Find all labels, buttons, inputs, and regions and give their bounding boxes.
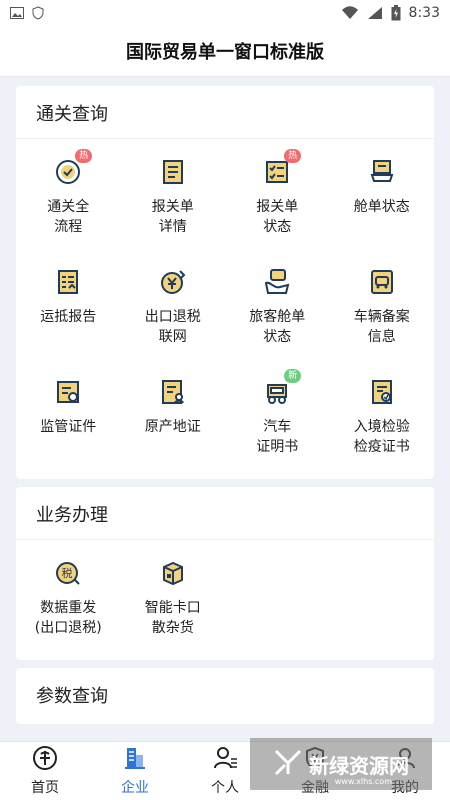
customs-item-full-process[interactable]: 热 通关全 流程 <box>16 145 121 255</box>
section-title-params: 参数查询 <box>36 686 108 707</box>
yen-refund-icon <box>158 267 188 297</box>
cabin-icon <box>367 157 397 187</box>
home-icon <box>32 745 58 775</box>
customs-query-grid: 热 通关全 流程 报关单 详情 热 报关单 状态 舱单状态 运抵报告 出口退税 … <box>16 139 434 479</box>
item-label: 舱单状态 <box>353 199 410 215</box>
item-label: 智能卡口 散杂货 <box>144 600 201 636</box>
customs-item-declaration-detail[interactable]: 报关单 详情 <box>121 145 226 255</box>
inspection-icon <box>367 377 397 407</box>
watermark-text: 新绿资源网 <box>309 753 409 778</box>
status-bar: 8:33 <box>0 0 450 26</box>
customs-item-manifest-status[interactable]: 舱单状态 <box>330 145 435 255</box>
hot-badge: 热 <box>75 149 93 163</box>
watermark-logo-icon <box>273 747 303 782</box>
nav-home[interactable]: 首页 <box>5 745 85 797</box>
customs-item-vehicle-record[interactable]: 车辆备案 信息 <box>330 255 435 365</box>
nav-label-enterprise: 企业 <box>121 780 149 796</box>
item-label: 运抵报告 <box>40 309 97 325</box>
customs-item-declaration-status[interactable]: 热 报关单 状态 <box>225 145 330 255</box>
report-icon <box>53 267 83 297</box>
watermark-url: www.xlhs.com <box>334 777 392 786</box>
section-title-customs-query: 通关查询 <box>16 86 434 139</box>
business-grid: 税 数据重发 (出口退税) 智能卡口 散杂货 <box>16 540 434 660</box>
certificate-icon <box>53 377 83 407</box>
item-label: 出口退税 联网 <box>144 309 201 345</box>
nav-label-personal: 个人 <box>211 780 239 796</box>
item-label: 通关全 流程 <box>47 199 90 235</box>
item-label: 汽车 证明书 <box>256 419 299 455</box>
enterprise-icon <box>122 745 148 775</box>
customs-item-car-cert[interactable]: 新 汽车 证明书 <box>225 365 330 475</box>
item-label: 数据重发 (出口退税) <box>34 600 102 636</box>
item-label: 车辆备案 信息 <box>353 309 410 345</box>
item-label: 报关单 状态 <box>256 199 299 235</box>
business-item-data-resend[interactable]: 税 数据重发 (出口退税) <box>16 546 121 656</box>
tax-icon: 税 <box>53 558 83 588</box>
status-time: 8:33 <box>408 5 440 21</box>
document-icon <box>158 157 188 187</box>
page-title: 国际贸易单一窗口标准版 <box>0 26 450 77</box>
business-item-smart-gate[interactable]: 智能卡口 散杂货 <box>121 546 226 656</box>
item-label: 报关单 详情 <box>151 199 194 235</box>
customs-item-regulatory-cert[interactable]: 监管证件 <box>16 365 121 475</box>
customs-item-origin-cert[interactable]: 原产地证 <box>121 365 226 475</box>
shield-icon <box>32 6 44 20</box>
new-badge: 新 <box>284 369 302 383</box>
business-card: 业务办理 税 数据重发 (出口退税) 智能卡口 散杂货 <box>16 487 434 660</box>
battery-icon <box>391 5 401 21</box>
svg-text:税: 税 <box>62 566 73 580</box>
nav-label-home: 首页 <box>31 780 59 796</box>
passenger-icon <box>262 267 292 297</box>
params-card[interactable]: 参数查询 <box>16 668 434 724</box>
item-label: 监管证件 <box>40 419 97 435</box>
app: 8:33 国际贸易单一窗口标准版 通关查询 热 通关全 流程 报关单 详情 热 … <box>0 0 450 800</box>
item-label: 原产地证 <box>144 419 201 435</box>
hot-badge: 热 <box>284 149 302 163</box>
wifi-icon <box>341 6 359 20</box>
watermark: 新绿资源网 www.xlhs.com <box>250 738 432 790</box>
item-label: 入境检验 检疫证书 <box>353 419 410 455</box>
image-icon <box>10 7 24 19</box>
item-label: 旅客舱单 状态 <box>249 309 306 345</box>
customs-item-passenger-manifest[interactable]: 旅客舱单 状态 <box>225 255 330 365</box>
customs-item-arrival-report[interactable]: 运抵报告 <box>16 255 121 365</box>
section-title-business: 业务办理 <box>16 487 434 540</box>
nav-enterprise[interactable]: 企业 <box>95 745 175 797</box>
main-content[interactable]: 通关查询 热 通关全 流程 报关单 详情 热 报关单 状态 舱单状态 运抵报告 … <box>0 76 450 742</box>
customs-item-export-refund[interactable]: 出口退税 联网 <box>121 255 226 365</box>
cargo-icon <box>158 558 188 588</box>
customs-query-card: 通关查询 热 通关全 流程 报关单 详情 热 报关单 状态 舱单状态 运抵报告 … <box>16 86 434 479</box>
signal-icon <box>367 6 383 20</box>
person-icon <box>212 745 238 775</box>
customs-item-inspection-cert[interactable]: 入境检验 检疫证书 <box>330 365 435 475</box>
vehicle-record-icon <box>367 267 397 297</box>
origin-cert-icon <box>158 377 188 407</box>
